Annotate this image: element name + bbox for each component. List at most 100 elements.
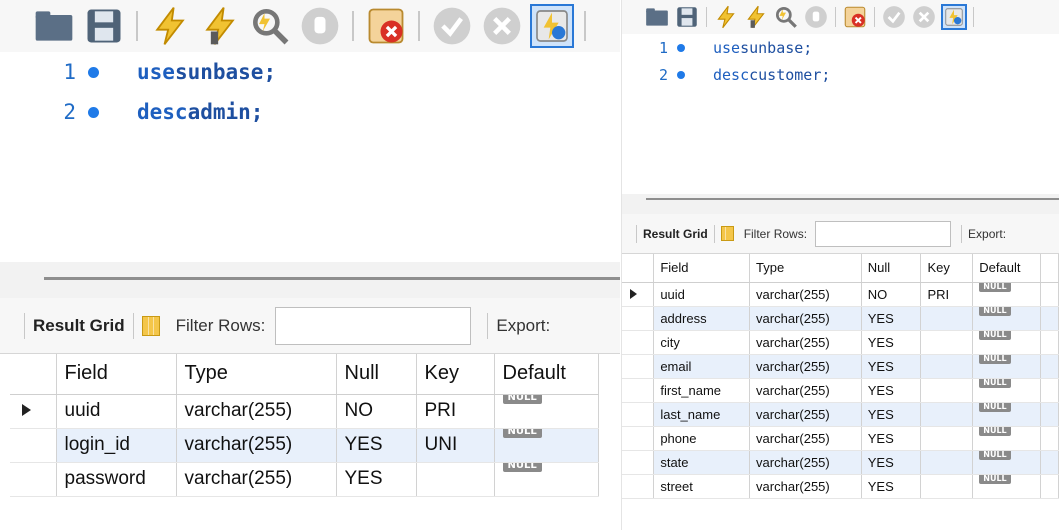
key-cell[interactable] bbox=[920, 450, 974, 475]
table-row[interactable]: uuid varchar(255) NO PRI NULL bbox=[10, 394, 599, 429]
result-grid[interactable]: Field Type Null Key Default uuid varchar(255)… bbox=[10, 354, 599, 497]
null-cell[interactable]: YES bbox=[336, 428, 417, 463]
key-cell[interactable] bbox=[920, 306, 974, 331]
result-grid-button[interactable]: Result Grid bbox=[643, 227, 708, 241]
extra-cell[interactable] bbox=[1040, 426, 1059, 451]
export-label[interactable]: Export: bbox=[968, 227, 1006, 241]
default-cell[interactable]: NULL bbox=[972, 354, 1042, 379]
code-line[interactable]: 2 desc customer; bbox=[622, 61, 1059, 88]
key-cell[interactable] bbox=[920, 354, 974, 379]
null-cell[interactable]: YES bbox=[861, 474, 922, 499]
field-cell[interactable]: uuid bbox=[653, 282, 751, 307]
default-cell[interactable]: NULL bbox=[494, 394, 599, 429]
null-cell[interactable]: NO bbox=[861, 282, 922, 307]
key-cell[interactable] bbox=[920, 330, 974, 355]
key-cell[interactable] bbox=[920, 402, 974, 427]
table-row[interactable]: email varchar(255) YES NULL bbox=[622, 354, 1059, 379]
table-row[interactable]: city varchar(255) YES NULL bbox=[622, 330, 1059, 355]
null-cell[interactable]: YES bbox=[861, 402, 922, 427]
execute-current-icon[interactable] bbox=[743, 4, 769, 30]
default-cell[interactable]: NULL bbox=[972, 330, 1042, 355]
rollback-icon[interactable] bbox=[480, 4, 524, 48]
save-icon[interactable] bbox=[674, 4, 700, 30]
field-cell[interactable]: first_name bbox=[653, 378, 751, 403]
field-cell[interactable]: address bbox=[653, 306, 751, 331]
splitter-line[interactable] bbox=[44, 277, 620, 280]
column-header-default[interactable]: Default bbox=[494, 354, 599, 395]
stop-icon[interactable] bbox=[803, 4, 829, 30]
extra-cell[interactable] bbox=[1040, 354, 1059, 379]
row-header[interactable] bbox=[622, 378, 655, 403]
filter-rows-input[interactable] bbox=[275, 306, 472, 345]
default-cell[interactable]: NULL bbox=[972, 426, 1042, 451]
type-cell[interactable]: varchar(255) bbox=[749, 378, 862, 403]
extra-cell[interactable] bbox=[1040, 450, 1059, 475]
table-row[interactable]: login_id varchar(255) YES UNI NULL bbox=[10, 428, 599, 463]
field-cell[interactable]: street bbox=[653, 474, 751, 499]
row-header[interactable] bbox=[622, 402, 655, 427]
result-grid-button[interactable]: Result Grid bbox=[33, 316, 125, 336]
editor-results-splitter[interactable] bbox=[0, 262, 620, 298]
type-cell[interactable]: varchar(255) bbox=[749, 426, 862, 451]
editor-results-splitter[interactable] bbox=[622, 194, 1059, 214]
save-icon[interactable] bbox=[82, 4, 126, 48]
rollback-icon[interactable] bbox=[911, 4, 937, 30]
null-cell[interactable]: YES bbox=[861, 378, 922, 403]
splitter-line[interactable] bbox=[646, 198, 1059, 200]
default-cell[interactable]: NULL bbox=[494, 428, 599, 463]
column-header-null[interactable]: Null bbox=[336, 354, 417, 395]
field-cell[interactable]: uuid bbox=[56, 394, 177, 429]
null-cell[interactable]: YES bbox=[861, 330, 922, 355]
column-header-field[interactable]: Field bbox=[56, 354, 177, 395]
type-cell[interactable]: varchar(255) bbox=[749, 282, 862, 307]
column-header-default[interactable]: Default bbox=[972, 254, 1042, 283]
row-header[interactable] bbox=[622, 354, 655, 379]
row-header[interactable] bbox=[10, 394, 57, 429]
filter-rows-input[interactable] bbox=[815, 220, 952, 247]
default-cell[interactable]: NULL bbox=[972, 306, 1042, 331]
row-header[interactable] bbox=[622, 306, 655, 331]
null-cell[interactable]: YES bbox=[861, 426, 922, 451]
extra-cell[interactable] bbox=[1040, 402, 1059, 427]
default-cell[interactable]: NULL bbox=[972, 450, 1042, 475]
explain-icon[interactable] bbox=[773, 4, 799, 30]
open-folder-icon[interactable] bbox=[32, 4, 76, 48]
result-grid[interactable]: Field Type Null Key Default uuid varchar(255)… bbox=[622, 254, 1059, 499]
column-header-extra[interactable] bbox=[1040, 254, 1059, 283]
extra-cell[interactable] bbox=[1040, 474, 1059, 499]
column-header-type[interactable]: Type bbox=[176, 354, 337, 395]
key-cell[interactable]: PRI bbox=[416, 394, 495, 429]
key-cell[interactable] bbox=[416, 462, 495, 497]
key-cell[interactable] bbox=[920, 426, 974, 451]
sql-editor[interactable]: 1 use sunbase; 2 desc customer; bbox=[622, 34, 1059, 194]
commit-icon[interactable] bbox=[881, 4, 907, 30]
field-cell[interactable]: last_name bbox=[653, 402, 751, 427]
stop-icon[interactable] bbox=[298, 4, 342, 48]
default-cell[interactable]: NULL bbox=[972, 474, 1042, 499]
key-cell[interactable] bbox=[920, 378, 974, 403]
column-header-null[interactable]: Null bbox=[861, 254, 922, 283]
toggle-error-icon[interactable] bbox=[842, 4, 868, 30]
table-row[interactable]: uuid varchar(255) NO PRI NULL bbox=[622, 282, 1059, 307]
field-cell[interactable]: email bbox=[653, 354, 751, 379]
code-line[interactable]: 2 desc admin; bbox=[0, 92, 620, 132]
type-cell[interactable]: varchar(255) bbox=[176, 428, 337, 463]
column-header-type[interactable]: Type bbox=[749, 254, 862, 283]
type-cell[interactable]: varchar(255) bbox=[749, 402, 862, 427]
default-cell[interactable]: NULL bbox=[494, 462, 599, 497]
table-row[interactable]: street varchar(255) YES NULL bbox=[622, 474, 1059, 499]
key-cell[interactable]: PRI bbox=[920, 282, 974, 307]
code-line[interactable]: 1 use sunbase; bbox=[0, 52, 620, 92]
column-header-key[interactable]: Key bbox=[920, 254, 974, 283]
type-cell[interactable]: varchar(255) bbox=[176, 462, 337, 497]
default-cell[interactable]: NULL bbox=[972, 282, 1042, 307]
type-cell[interactable]: varchar(255) bbox=[176, 394, 337, 429]
key-cell[interactable]: UNI bbox=[416, 428, 495, 463]
null-cell[interactable]: YES bbox=[336, 462, 417, 497]
field-cell[interactable]: phone bbox=[653, 426, 751, 451]
type-cell[interactable]: varchar(255) bbox=[749, 306, 862, 331]
table-row[interactable]: phone varchar(255) YES NULL bbox=[622, 426, 1059, 451]
grid-layout-icon[interactable] bbox=[141, 315, 160, 336]
autocommit-icon[interactable] bbox=[941, 4, 967, 30]
row-header[interactable] bbox=[622, 426, 655, 451]
